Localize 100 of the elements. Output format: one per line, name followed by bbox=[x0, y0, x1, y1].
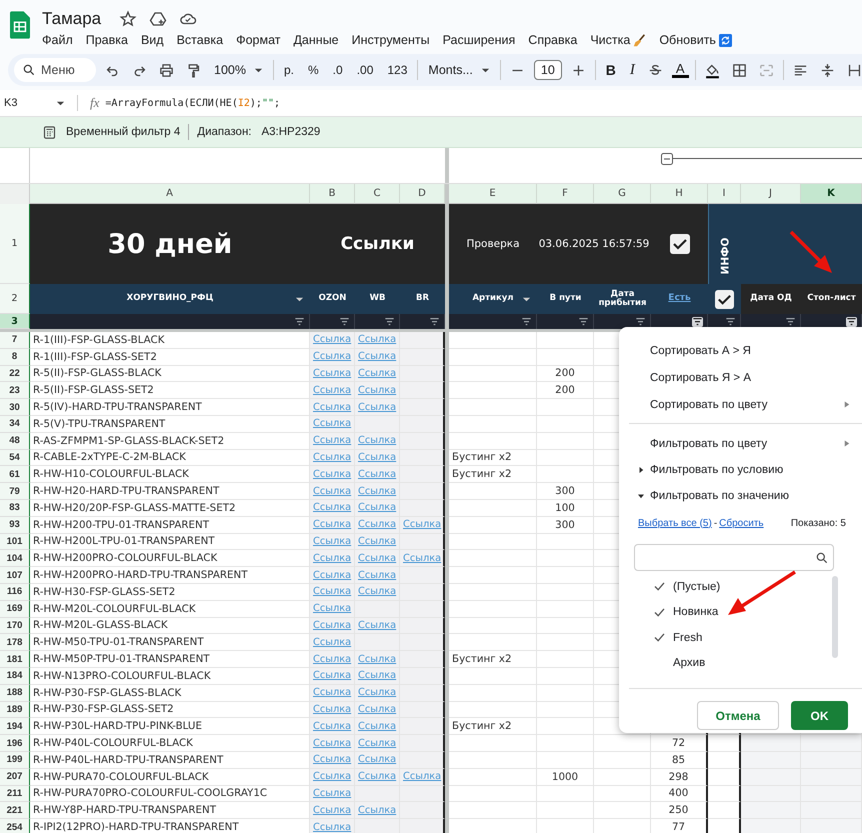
toolbar-button[interactable]: 123 bbox=[383, 63, 412, 77]
value-option[interactable]: (Пустые) bbox=[619, 574, 799, 600]
column-header[interactable]: B bbox=[310, 184, 355, 204]
row-header[interactable]: 93 bbox=[0, 516, 30, 534]
caret-icon[interactable] bbox=[295, 295, 304, 304]
menu-search-field[interactable]: Меню bbox=[14, 58, 96, 82]
cancel-button[interactable]: Отмена bbox=[697, 701, 779, 730]
row-header[interactable]: 22 bbox=[0, 366, 30, 382]
row-header[interactable]: 107 bbox=[0, 567, 30, 584]
value-option[interactable]: Новинка bbox=[619, 600, 799, 625]
column-header[interactable]: D bbox=[400, 184, 445, 204]
column-header[interactable]: F bbox=[537, 184, 594, 204]
search-field[interactable] bbox=[634, 544, 834, 571]
column-header[interactable]: J bbox=[741, 184, 801, 204]
paint-bucket-icon[interactable] bbox=[704, 62, 721, 78]
row-header[interactable]: 170 bbox=[0, 618, 30, 634]
menu-item[interactable]: Фильтровать по значению bbox=[619, 483, 862, 509]
row-header[interactable]: 254 bbox=[0, 819, 30, 833]
row-header[interactable]: 211 bbox=[0, 786, 30, 802]
link[interactable]: Есть bbox=[668, 294, 691, 304]
column-header[interactable]: K bbox=[801, 184, 862, 204]
row-header[interactable]: 30 bbox=[0, 399, 30, 416]
filter-icon[interactable] bbox=[339, 316, 350, 326]
print-icon[interactable] bbox=[158, 62, 175, 78]
star-icon[interactable] bbox=[119, 10, 138, 28]
row-header[interactable]: 3 bbox=[0, 314, 30, 329]
menu-item[interactable]: Вставка bbox=[176, 33, 224, 47]
borders-icon[interactable] bbox=[730, 62, 748, 78]
sheets-logo-icon[interactable] bbox=[10, 11, 30, 39]
menu-item[interactable]: Справка bbox=[528, 33, 578, 47]
menu-item[interactable]: Правка bbox=[86, 33, 128, 47]
filter-icon[interactable] bbox=[384, 316, 395, 326]
reset-link[interactable]: Сбросить bbox=[719, 518, 764, 528]
caret-icon[interactable] bbox=[56, 98, 65, 108]
filter-icon[interactable] bbox=[725, 316, 736, 326]
ok-button[interactable]: OK bbox=[791, 701, 848, 730]
row-header[interactable]: 199 bbox=[0, 752, 30, 769]
menu-item[interactable]: Расширения bbox=[442, 33, 516, 47]
column-header[interactable]: G bbox=[594, 184, 651, 204]
row-header[interactable]: 101 bbox=[0, 534, 30, 550]
toolbar-dropdown[interactable]: Monts... bbox=[424, 63, 494, 77]
row-header[interactable]: 184 bbox=[0, 668, 30, 685]
filter-icon[interactable] bbox=[846, 316, 857, 326]
column-header[interactable]: C bbox=[355, 184, 400, 204]
menu-item[interactable]: Сортировать Я > А bbox=[619, 364, 862, 391]
row-header[interactable]: 23 bbox=[0, 382, 30, 400]
font-size-field[interactable]: 10 bbox=[534, 60, 562, 80]
row-header[interactable]: 221 bbox=[0, 802, 30, 820]
filter-icon[interactable] bbox=[785, 316, 796, 326]
row-header[interactable]: 196 bbox=[0, 735, 30, 752]
menu-item[interactable]: Чистка bbox=[590, 33, 646, 47]
value-option[interactable]: Fresh bbox=[619, 625, 799, 650]
menu-item[interactable]: Фильтровать по цвету bbox=[619, 430, 862, 457]
corner-cell[interactable] bbox=[0, 184, 30, 204]
menu-item[interactable]: Фильтровать по условию bbox=[619, 457, 862, 483]
filter-view-name[interactable]: Временный фильтр 4 bbox=[66, 126, 180, 138]
menu-item[interactable]: Сортировать А > Я bbox=[619, 337, 862, 364]
filter-icon[interactable] bbox=[578, 316, 589, 326]
range-value[interactable]: A3:HP2329 bbox=[261, 126, 320, 138]
row-header[interactable]: 116 bbox=[0, 584, 30, 601]
row-header[interactable]: 48 bbox=[0, 432, 30, 450]
italic-button[interactable]: I bbox=[626, 62, 639, 78]
row-header[interactable]: 7 bbox=[0, 332, 30, 349]
row-header[interactable]: 54 bbox=[0, 450, 30, 466]
toolbar-dropdown[interactable]: 100% bbox=[210, 63, 267, 77]
row-header[interactable]: 104 bbox=[0, 550, 30, 568]
toolbar-button[interactable]: .00 bbox=[352, 63, 378, 77]
row-header[interactable]: 79 bbox=[0, 483, 30, 500]
text-color-button[interactable]: A bbox=[672, 62, 689, 78]
menu-item[interactable]: Файл bbox=[42, 33, 73, 47]
cell-reference[interactable]: K3 bbox=[4, 97, 56, 109]
row-header[interactable]: 2 bbox=[0, 284, 30, 314]
menu-item[interactable]: Инструменты bbox=[352, 33, 430, 47]
column-header[interactable]: E bbox=[449, 184, 537, 204]
drive-move-icon[interactable] bbox=[149, 10, 168, 28]
filter-icon[interactable] bbox=[429, 316, 440, 326]
filter-icon[interactable] bbox=[635, 316, 646, 326]
row-header[interactable]: 34 bbox=[0, 416, 30, 433]
caret-icon[interactable] bbox=[522, 295, 531, 304]
row-header[interactable]: 181 bbox=[0, 651, 30, 668]
row-header[interactable]: 189 bbox=[0, 702, 30, 718]
column-header[interactable]: A bbox=[30, 184, 310, 204]
column-header[interactable]: I bbox=[708, 184, 741, 204]
menu-item[interactable]: Формат bbox=[236, 33, 280, 47]
toolbar-button[interactable]: р. bbox=[280, 63, 298, 77]
row-header[interactable]: 169 bbox=[0, 600, 30, 618]
formula-text[interactable]: =ArrayFormula(ЕСЛИ(НЕ(I2);""; bbox=[105, 98, 280, 108]
row-header[interactable]: 207 bbox=[0, 768, 30, 786]
row-header[interactable]: 83 bbox=[0, 500, 30, 517]
column-header[interactable]: H bbox=[651, 184, 708, 204]
value-option[interactable]: Архив bbox=[619, 650, 799, 676]
row-header[interactable]: 194 bbox=[0, 718, 30, 736]
row-header[interactable]: 178 bbox=[0, 634, 30, 652]
document-title[interactable]: Тамара bbox=[42, 9, 102, 29]
menu-item[interactable]: Сортировать по цвету bbox=[619, 391, 862, 418]
collapse-group-icon[interactable] bbox=[661, 153, 673, 165]
toolbar-button[interactable]: % bbox=[304, 63, 323, 77]
row-header[interactable]: 188 bbox=[0, 684, 30, 702]
menu-item[interactable]: Вид bbox=[140, 33, 164, 47]
row-header[interactable]: 8 bbox=[0, 348, 30, 366]
